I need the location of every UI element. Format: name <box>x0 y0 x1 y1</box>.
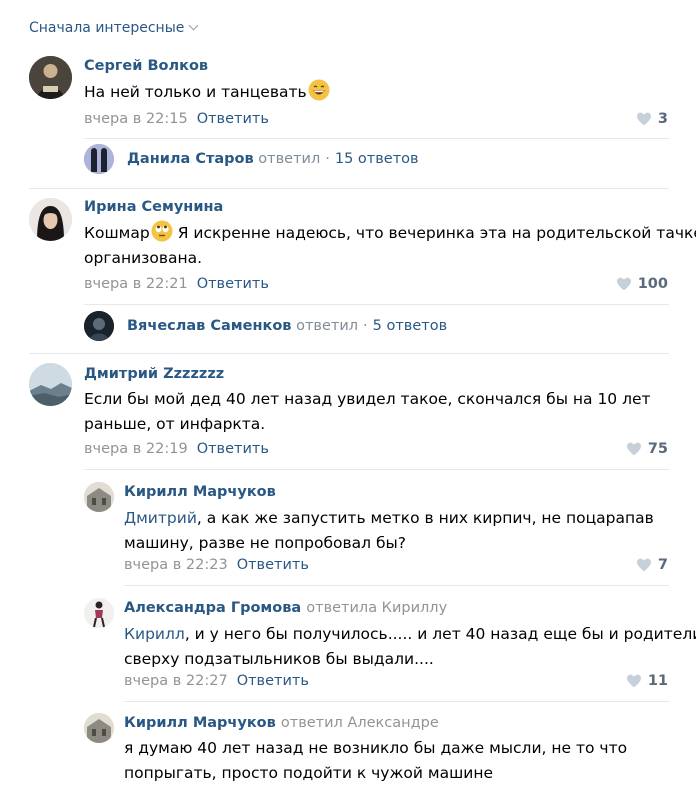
dot-separator: · <box>363 318 368 334</box>
like-count: 7 <box>657 557 668 573</box>
avatar[interactable] <box>29 198 72 241</box>
comment-author[interactable]: Ирина Семунина <box>84 199 223 215</box>
reply-text: Кирилл, и у него бы получилось..... и ле… <box>124 622 696 672</box>
reply-author[interactable]: Кирилл Марчуков <box>124 484 276 500</box>
comment-meta: вчера в 22:19 Ответить <box>84 441 269 457</box>
comment-text: Кошмар Я искренне надеюсь, что вечеринка … <box>84 220 696 271</box>
separator <box>124 585 669 586</box>
like-button[interactable]: 100 <box>616 276 668 292</box>
heart-icon <box>636 112 651 126</box>
heart-icon <box>626 674 641 688</box>
reply-meta: вчера в 22:27 Ответить <box>124 673 309 689</box>
comment-author[interactable]: Дмитрий Zzzzzzz <box>84 366 224 382</box>
like-count: 75 <box>647 441 668 457</box>
reply-text-line: попрыгать, просто подойти к чужой машине <box>124 764 494 782</box>
comment-text-line: Я искренне надеюсь, что вечеринка эта на… <box>177 224 696 242</box>
answered-to[interactable]: ответила Кириллу <box>306 600 447 616</box>
reply-button[interactable]: Ответить <box>237 673 309 689</box>
addressee-link[interactable]: Дмитрий <box>124 509 197 527</box>
like-count: 11 <box>647 673 668 689</box>
reply-text-line: машину, разве не попробовал бы? <box>124 534 406 552</box>
separator <box>29 188 669 189</box>
reply-time[interactable]: вчера в 22:23 <box>124 557 228 573</box>
reply-author-name[interactable]: Александра Громова <box>124 600 301 616</box>
show-replies-link[interactable]: 5 ответов <box>373 318 447 334</box>
like-button[interactable]: 11 <box>626 673 668 689</box>
thread-verb: ответил <box>296 318 359 334</box>
reply-author-name[interactable]: Кирилл Марчуков <box>124 715 276 731</box>
comment-text-line: Кошмар <box>84 224 150 242</box>
avatar[interactable] <box>29 363 72 406</box>
reply-text-line: , и у него бы получилось..... и лет 40 н… <box>184 625 696 643</box>
reply-meta: вчера в 22:23 Ответить <box>124 557 309 573</box>
comment-time[interactable]: вчера в 22:15 <box>84 111 188 127</box>
sort-label: Сначала интересные <box>29 20 185 36</box>
addressee-link[interactable]: Кирилл <box>124 625 185 643</box>
like-count: 3 <box>657 111 668 127</box>
heart-icon <box>626 442 641 456</box>
comment-text-line: раньше, от инфаркта. <box>84 415 266 433</box>
reply-time[interactable]: вчера в 22:27 <box>124 673 228 689</box>
separator <box>29 353 669 354</box>
chevron-down-icon <box>188 20 199 31</box>
reply-text: Дмитрий, а как же запустить метко в них … <box>124 506 654 556</box>
avatar[interactable] <box>84 311 114 341</box>
like-button[interactable]: 75 <box>626 441 668 457</box>
separator <box>124 701 669 702</box>
comment-time[interactable]: вчера в 22:21 <box>84 276 188 292</box>
separator <box>84 138 669 139</box>
comment-text: Если бы мой дед 40 лет назад увидел тако… <box>84 387 651 437</box>
reply-text-line: сверху подзатыльников бы выдали.... <box>124 650 434 668</box>
comment-text-line: На ней только и танцевать <box>84 83 307 101</box>
comment-meta: вчера в 22:21 Ответить <box>84 276 269 292</box>
like-button[interactable]: 7 <box>636 557 668 573</box>
reply-button[interactable]: Ответить <box>197 441 269 457</box>
thread-author[interactable]: Данила Старов <box>127 151 254 167</box>
rolling-eyes-emoji-icon <box>151 220 173 242</box>
avatar[interactable] <box>29 56 72 99</box>
comment-time[interactable]: вчера в 22:19 <box>84 441 188 457</box>
reply-author[interactable]: Александра Громова ответила Кириллу <box>124 600 447 616</box>
grinning-emoji-icon <box>308 79 330 101</box>
comment-text: На ней только и танцевать <box>84 79 330 105</box>
thread-author[interactable]: Вячеслав Саменков <box>127 318 291 334</box>
like-button[interactable]: 3 <box>636 111 668 127</box>
reply-button[interactable]: Ответить <box>197 111 269 127</box>
avatar[interactable] <box>84 482 114 512</box>
reply-text-line: , а как же запустить метко в них кирпич,… <box>196 509 654 527</box>
show-replies-link[interactable]: 15 ответов <box>335 151 419 167</box>
sort-dropdown[interactable]: Сначала интересные <box>29 20 199 36</box>
answered-to[interactable]: ответил Александре <box>281 715 439 731</box>
separator <box>84 304 669 305</box>
separator <box>84 469 669 470</box>
avatar[interactable] <box>84 144 114 174</box>
thread-summary[interactable]: Данила Старов ответил · 15 ответов <box>127 151 419 167</box>
comment-text-line: организована. <box>84 249 203 267</box>
comment-author[interactable]: Сергей Волков <box>84 58 208 74</box>
heart-icon <box>636 558 651 572</box>
reply-author[interactable]: Кирилл Марчуков ответил Александре <box>124 715 439 731</box>
reply-text-line: я думаю 40 лет назад не возникло бы даже… <box>124 739 628 757</box>
dot-separator: · <box>325 151 330 167</box>
reply-text: я думаю 40 лет назад не возникло бы даже… <box>124 736 627 786</box>
thread-verb: ответил <box>258 151 321 167</box>
reply-button[interactable]: Ответить <box>237 557 309 573</box>
heart-icon <box>616 277 631 291</box>
avatar[interactable] <box>84 713 114 743</box>
reply-button[interactable]: Ответить <box>197 276 269 292</box>
like-count: 100 <box>637 276 668 292</box>
comment-text-line: Если бы мой дед 40 лет назад увидел тако… <box>84 390 651 408</box>
comment-meta: вчера в 22:15 Ответить <box>84 111 269 127</box>
avatar[interactable] <box>84 598 114 628</box>
thread-summary[interactable]: Вячеслав Саменков ответил · 5 ответов <box>127 318 447 334</box>
